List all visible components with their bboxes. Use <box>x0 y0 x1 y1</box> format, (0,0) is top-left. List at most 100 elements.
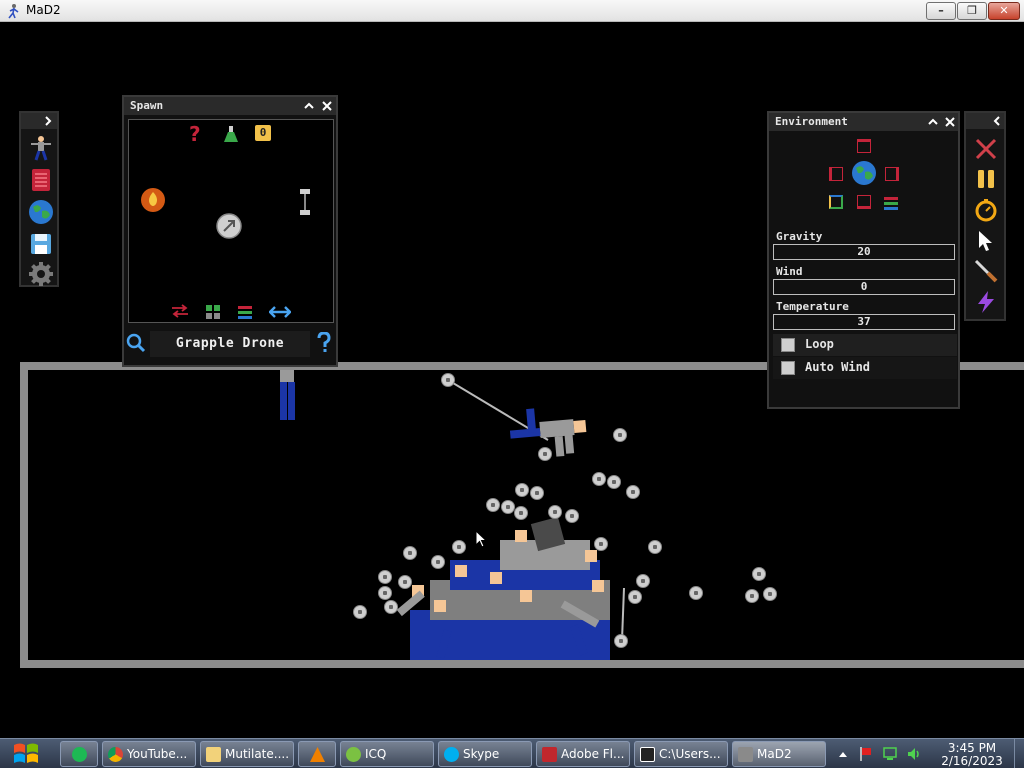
all-walls-toggle[interactable] <box>829 195 843 209</box>
grapple-drone[interactable] <box>486 498 500 512</box>
gear-icon[interactable] <box>28 261 54 287</box>
grapple-drone[interactable] <box>636 574 650 588</box>
temperature-slider[interactable]: 37 <box>773 314 955 330</box>
grapple-drone[interactable] <box>565 509 579 523</box>
grapple-drone[interactable] <box>515 483 529 497</box>
gravity-slider[interactable]: 20 <box>773 244 955 260</box>
grapple-drone[interactable] <box>378 570 392 584</box>
spotify-icon <box>72 747 87 762</box>
grapple-drone[interactable] <box>530 486 544 500</box>
grid-icon[interactable] <box>205 304 221 320</box>
count-badge[interactable]: 0 <box>255 125 271 141</box>
swap-arrows-icon[interactable] <box>269 306 291 318</box>
loop-option[interactable]: Loop <box>773 334 957 356</box>
grapple-drone[interactable] <box>431 555 445 569</box>
transfer-icon[interactable] <box>171 304 189 318</box>
collapse-environment-button[interactable] <box>924 113 942 131</box>
globe-icon[interactable] <box>851 160 877 186</box>
grapple-drone[interactable] <box>403 546 417 560</box>
mad2-icon <box>738 747 753 762</box>
network-icon[interactable] <box>882 746 898 762</box>
wall-right-toggle[interactable] <box>885 167 899 181</box>
stopwatch-icon[interactable] <box>974 198 998 222</box>
taskbar-item-7zip[interactable]: C:\Users... <box>634 741 728 767</box>
grapple-drone[interactable] <box>592 472 606 486</box>
show-hidden-icons-icon[interactable] <box>838 750 848 758</box>
delete-all-icon[interactable] <box>974 137 998 161</box>
layers-icon[interactable] <box>237 304 253 320</box>
lightning-icon[interactable] <box>974 290 998 314</box>
flask-icon[interactable] <box>223 125 239 143</box>
grapple-drone[interactable] <box>538 447 552 461</box>
loop-checkbox[interactable] <box>781 338 795 352</box>
grapple-drone[interactable] <box>614 634 628 648</box>
pause-icon[interactable] <box>975 168 997 190</box>
show-desktop-button[interactable] <box>1014 739 1024 768</box>
random-item-icon[interactable]: ? <box>189 122 201 146</box>
grapple-drone[interactable] <box>378 586 392 600</box>
search-icon[interactable] <box>126 333 146 353</box>
taskbar-item-icq[interactable]: ICQ <box>340 741 434 767</box>
auto-wind-checkbox[interactable] <box>781 361 795 375</box>
grapple-drone[interactable] <box>648 540 662 554</box>
grapple-drone-icon[interactable] <box>215 212 243 240</box>
grapple-drone[interactable] <box>514 506 528 520</box>
grapple-drone[interactable] <box>384 600 398 614</box>
grapple-drone[interactable] <box>626 485 640 499</box>
grapple-drone[interactable] <box>548 505 562 519</box>
knife-icon[interactable] <box>974 259 998 283</box>
wind-slider[interactable]: 0 <box>773 279 955 295</box>
wall-bottom-toggle[interactable] <box>857 195 871 209</box>
windows-start-icon[interactable] <box>8 739 44 768</box>
grapple-drone[interactable] <box>607 475 621 489</box>
close-environment-button[interactable] <box>941 113 959 131</box>
book-icon[interactable] <box>28 167 54 193</box>
save-icon[interactable] <box>28 231 54 257</box>
taskbar-item-chrome[interactable]: YouTube... <box>102 741 196 767</box>
chevron-up-icon <box>928 118 938 125</box>
auto-wind-option[interactable]: Auto Wind <box>773 357 957 379</box>
grapple-drone[interactable] <box>689 586 703 600</box>
mouse-cursor-icon <box>475 530 487 548</box>
volume-icon[interactable] <box>906 746 922 762</box>
layers-icon[interactable] <box>883 195 899 211</box>
grapple-drone[interactable] <box>752 567 766 581</box>
selected-spawn-item[interactable]: Grapple Drone <box>150 331 310 357</box>
taskbar-item-vlc[interactable] <box>298 741 336 767</box>
grapple-drone[interactable] <box>613 428 627 442</box>
fire-icon[interactable] <box>139 186 167 214</box>
grapple-drone[interactable] <box>441 373 455 387</box>
clock-date[interactable]: 2/16/2023 <box>938 754 1006 768</box>
environment-panel-header[interactable]: Environment <box>769 113 958 131</box>
linkage-icon[interactable] <box>299 188 311 216</box>
taskbar-item-folder[interactable]: Mutilate.... <box>200 741 294 767</box>
chevron-left-icon <box>993 116 1000 126</box>
grapple-drone[interactable] <box>594 537 608 551</box>
grapple-drone[interactable] <box>501 500 515 514</box>
spawn-panel-header[interactable]: Spawn <box>124 97 336 115</box>
help-icon[interactable] <box>316 332 332 354</box>
grapple-drone[interactable] <box>763 587 777 601</box>
globe-icon[interactable] <box>28 199 54 225</box>
grapple-drone[interactable] <box>745 589 759 603</box>
grapple-drone[interactable] <box>452 540 466 554</box>
wall-top-toggle[interactable] <box>857 139 871 153</box>
action-center-flag-icon[interactable] <box>858 746 874 762</box>
spawn-panel: Spawn ? 0 Grapple Drone <box>122 95 338 367</box>
grapple-drone[interactable] <box>353 605 367 619</box>
taskbar-item-skype[interactable]: Skype <box>438 741 532 767</box>
taskbar-item-spotify[interactable] <box>60 741 98 767</box>
cursor-tool-icon[interactable] <box>978 230 994 252</box>
collapse-spawn-button[interactable] <box>300 97 318 115</box>
taskbar-item-mad2[interactable]: MaD2 <box>732 741 826 767</box>
spawn-item-grid[interactable]: ? 0 <box>128 119 334 323</box>
grapple-drone[interactable] <box>628 590 642 604</box>
expand-toolbar-button[interactable] <box>21 113 57 129</box>
ragdoll-icon[interactable] <box>28 135 54 161</box>
taskbar-item-flash[interactable]: Adobe Fl... <box>536 741 630 767</box>
collapse-toolbar-button[interactable] <box>966 113 1004 129</box>
close-spawn-button[interactable] <box>318 97 336 115</box>
wall-left-toggle[interactable] <box>829 167 843 181</box>
grapple-drone[interactable] <box>398 575 412 589</box>
clock-time[interactable]: 3:45 PM <box>942 741 1002 755</box>
